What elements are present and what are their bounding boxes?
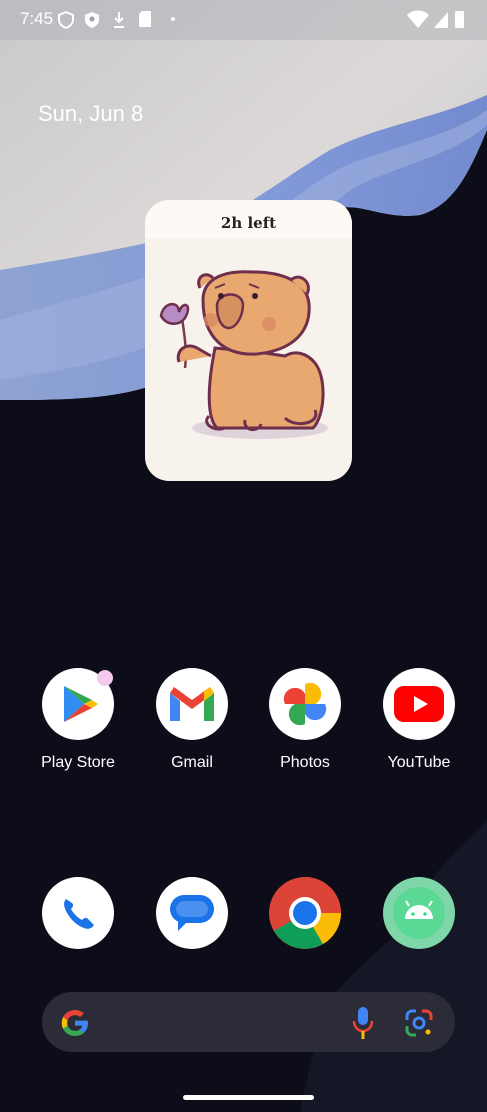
app-youtube[interactable]: YouTube (362, 668, 476, 772)
app-messages[interactable] (135, 877, 249, 949)
status-bar: 7:45 (0, 0, 487, 40)
sd-card-icon (139, 11, 151, 27)
app-label: YouTube (387, 754, 451, 771)
messages-icon (156, 877, 228, 949)
phone-icon (42, 877, 114, 949)
microphone-icon[interactable] (352, 1007, 374, 1039)
status-time: 7:45 (20, 9, 54, 28)
app-chrome[interactable] (248, 877, 362, 949)
wifi-icon (407, 10, 429, 28)
download-icon (114, 12, 124, 28)
cellular-signal-icon (434, 12, 448, 28)
widget-header: 2h left (145, 200, 352, 238)
photos-icon (269, 668, 341, 740)
vpn-shield-icon (58, 10, 74, 30)
google-g-icon[interactable] (60, 1008, 90, 1038)
android-icon (383, 877, 455, 949)
app-label: Play Store (41, 754, 115, 771)
battery-icon (455, 11, 464, 28)
shield-check-icon (85, 12, 99, 28)
youtube-icon (383, 668, 455, 740)
status-left-icons (58, 10, 175, 30)
notification-badge (97, 670, 113, 686)
app-photos[interactable]: Photos (248, 668, 362, 772)
home-gesture-handle[interactable] (183, 1095, 314, 1100)
app-gmail[interactable]: Gmail (135, 668, 249, 772)
gmail-icon (156, 668, 228, 740)
capybara-widget[interactable]: 2h left (145, 200, 352, 481)
notification-dot-icon (171, 17, 175, 21)
chrome-icon (269, 877, 341, 949)
app-android[interactable] (362, 877, 476, 949)
app-label: Gmail (171, 754, 213, 771)
capybara-illustration (159, 270, 328, 439)
google-search-bar[interactable] (42, 992, 455, 1052)
status-right-icons (407, 10, 464, 28)
play-store-icon (42, 668, 114, 740)
app-play-store[interactable]: Play Store (21, 668, 135, 772)
app-label: Photos (280, 754, 330, 771)
app-phone[interactable] (21, 877, 135, 949)
date-text[interactable]: Sun, Jun 8 (38, 101, 143, 127)
google-lens-icon[interactable] (404, 1008, 434, 1038)
